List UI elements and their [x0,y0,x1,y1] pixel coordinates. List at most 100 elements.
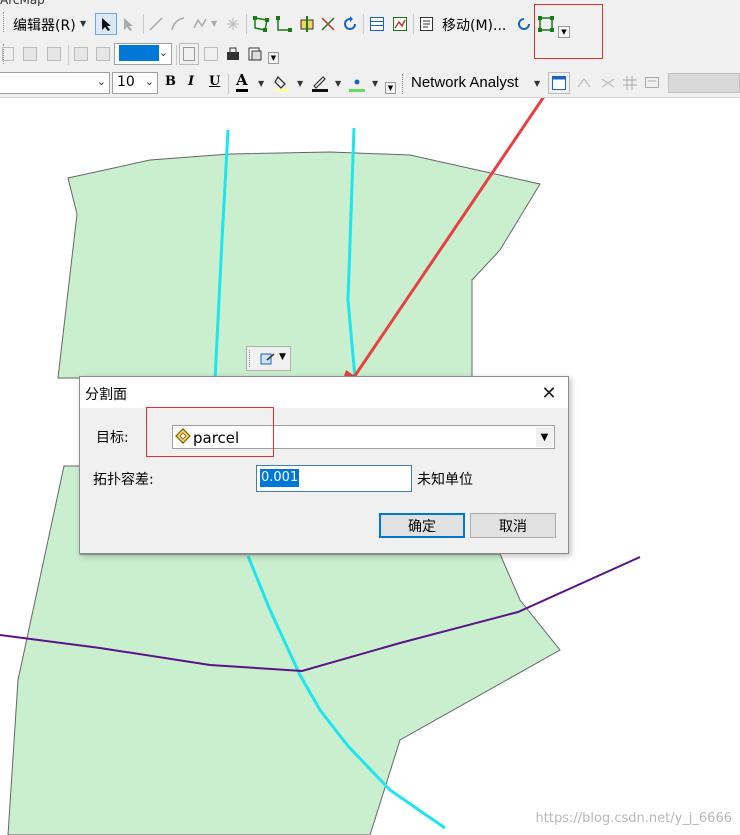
trace-tool[interactable] [190,13,210,35]
toolbar-grip[interactable] [402,74,406,94]
floating-edit-tool-palette[interactable]: ▼ [246,346,291,371]
editor-menu[interactable]: 编辑器(R) [13,15,76,35]
toolbar-grip[interactable] [3,12,7,32]
directions-icon [645,77,659,88]
network-location-icon [577,77,591,88]
paint-bucket-icon [274,75,289,92]
network-analyst-window-button[interactable] [548,72,570,94]
arc-icon [171,17,185,31]
tolerance-input[interactable]: 0.001 [256,465,412,492]
underline-button[interactable]: U [209,74,220,89]
rotate-icon [344,16,356,30]
edit-annotation-tool[interactable] [119,13,139,35]
chevron-down-icon[interactable]: ▼ [211,19,217,28]
split-polygon-dialog: 分割面 ✕ 目标: parcel ▼ 拓扑容差: 0.001 未知单位 确定 取… [79,376,569,554]
editor-toolbar: ArcMap 编辑器(R) ▼ ▼ 移动(M) [0,0,740,40]
sketch-properties-button[interactable] [389,13,411,35]
dialog-title-bar[interactable]: 分割面 ✕ [80,377,568,408]
target-label: 目标: [96,430,129,446]
cut-polygons-button[interactable] [296,13,318,35]
zoom-percent-combo[interactable]: 100% ⌄ [114,43,172,65]
zoom-percent-value: 100% [119,45,160,61]
segment-icon [149,17,163,31]
point-sparkle-icon [227,18,239,30]
annotation-highlight-target [146,407,274,457]
marker-dot-icon [349,79,365,92]
directions-window-tool[interactable] [642,72,662,94]
rotate-tool-button[interactable] [340,13,360,35]
create-network-location-tool[interactable] [574,72,594,94]
rotate-icon [518,18,530,30]
chevron-down-icon[interactable]: ▼ [372,79,378,88]
chevron-down-icon: ⌄ [144,75,154,88]
layout-icon [227,47,239,60]
chevron-down-icon[interactable]: ▼ [536,427,553,447]
go-forward-extent-button[interactable] [93,43,113,65]
toolbar-grip[interactable] [249,350,253,367]
italic-button[interactable]: I [188,74,194,89]
straight-segment-tool[interactable] [146,13,166,35]
bold-button[interactable]: B [165,74,176,89]
go-back-extent-button[interactable] [71,43,91,65]
move-menu[interactable]: 移动(M)... [442,15,506,35]
attributes-button[interactable] [366,13,388,35]
create-features-icon [420,17,433,31]
chevron-down-icon[interactable]: ▼ [335,79,341,88]
menu-bar-cut: ArcMap [0,0,740,6]
zoom-in-page-button[interactable] [20,43,40,65]
dialog-title: 分割面 [85,387,127,403]
solve-grid-tool[interactable] [620,72,640,94]
reshape-feature-button[interactable] [273,13,295,35]
font-size-value: 10 [117,74,135,90]
split-icon [321,17,335,31]
toggle-draft-mode-button[interactable] [179,43,199,65]
marker-color-button[interactable] [347,72,367,94]
create-features-button[interactable] [417,13,437,35]
sketch-properties-icon [393,17,407,31]
ok-button[interactable]: 确定 [379,513,465,538]
point-tool[interactable] [223,13,243,35]
pen-icon [312,76,328,92]
chevron-down-icon[interactable]: ▼ [258,79,264,88]
change-layout-button[interactable] [223,43,243,65]
close-icon[interactable]: ✕ [538,382,560,404]
network-dataset-combo[interactable] [668,73,740,93]
tolerance-label: 拓扑容差: [93,472,154,488]
chevron-down-icon: ⌄ [158,46,168,59]
font-name-combo[interactable]: ⌄ [0,72,110,94]
chevron-down-icon[interactable]: ▼ [534,79,540,88]
chevron-down-icon: ▼ [279,352,286,362]
grid-icon [623,76,637,90]
end-point-arc-tool[interactable] [168,13,188,35]
network-analyst-menu[interactable]: Network Analyst [411,74,519,91]
fill-color-button[interactable] [272,72,292,94]
data-driven-pages-button[interactable] [245,43,265,65]
select-move-location-tool[interactable] [598,72,618,94]
font-color-button[interactable]: A [236,71,248,92]
font-size-combo[interactable]: 10 ⌄ [112,72,158,94]
layout-toolbar: 100% ⌄ ▼ [0,40,740,70]
watermark: https://blog.csdn.net/y_j_6666 [535,811,732,826]
zoom-whole-page-button[interactable] [0,43,16,65]
tolerance-value: 0.001 [260,469,300,487]
chevron-down-icon: ▼ [387,84,394,92]
network-window-icon [552,76,566,90]
cut-polygon-icon [300,16,314,32]
toolbar-options-dropdown[interactable]: ▼ [385,82,396,94]
edit-tool-button[interactable] [95,13,117,35]
edit-vertices-button[interactable] [250,13,272,35]
rotate-small-button[interactable] [514,13,534,35]
focus-data-frame-button[interactable] [201,43,221,65]
split-tool-button[interactable] [318,13,338,35]
zoom-out-page-button[interactable] [44,43,64,65]
vertices-icon [253,16,269,32]
pages-icon [248,47,262,61]
toolbar-options-dropdown[interactable]: ▼ [268,52,279,64]
draw-toolbar: ⌄ 10 ⌄ B I U A ▼ ▼ ▼ ▼ ▼ Network Analyst… [0,70,740,98]
parcel-polygon-top[interactable] [57,151,541,379]
chevron-down-icon[interactable]: ▼ [80,19,86,28]
chevron-down-icon[interactable]: ▼ [297,79,303,88]
line-color-button[interactable] [310,72,330,94]
annotation-highlight-toolbar [534,4,603,59]
cancel-button[interactable]: 取消 [470,513,556,538]
